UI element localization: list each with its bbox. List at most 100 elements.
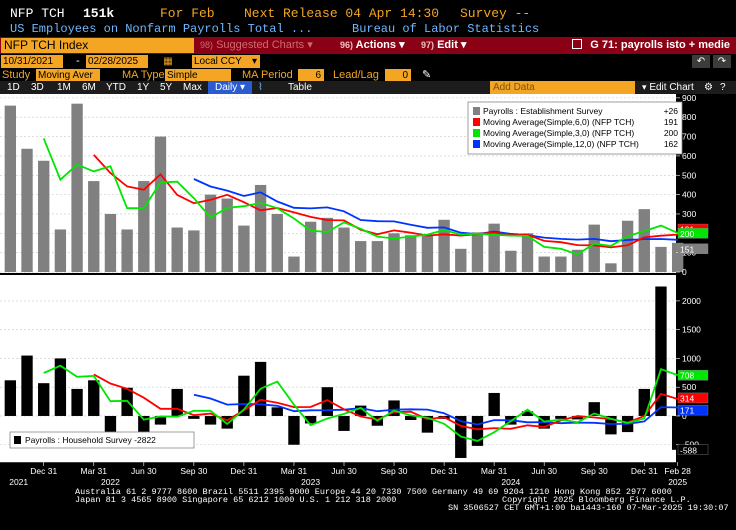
ticker-input[interactable]: NFP TCH Index [1, 38, 194, 53]
x-axis: Dec 31 Mar 31 Jun 30 Sep 30 Dec 31 Mar 31 Jun … [0, 461, 691, 486]
date-range-bar: 10/31/2021 - 02/28/2025 ▦ Local CCY ▾ ↶ … [0, 55, 736, 69]
chevron-down-icon: ▾ [642, 82, 647, 92]
period-ytd[interactable]: YTD [106, 81, 126, 94]
establishment-bar [71, 103, 83, 273]
x-tick-label: Dec 31 [431, 466, 458, 476]
x-tick-label: Mar 31 [281, 466, 308, 476]
suggested-num: 98) [200, 40, 214, 50]
x-tick-label: Mar 31 [81, 466, 108, 476]
payrolls-chart[interactable]: 9008007006005004003002001000191200151 20… [0, 94, 736, 486]
household-bar [271, 407, 283, 416]
suggested-charts-button[interactable]: 98) Suggested Charts ▾ [200, 38, 313, 53]
ticker: NFP TCH [10, 6, 65, 21]
legend-ma12: Moving Average(Simple,12,0) (NFP TCH) [483, 139, 639, 149]
line-chart-icon[interactable]: ⌇ [258, 81, 263, 94]
chart-title-text: G 71: payrolls isto + medie [590, 39, 730, 51]
period-max[interactable]: Max [183, 81, 202, 94]
bottom-value-flag-label: 171 [680, 406, 694, 416]
household-bar [555, 415, 567, 419]
period-6m[interactable]: 6M [82, 81, 96, 94]
end-date-field[interactable]: 02/28/2025 [86, 55, 148, 68]
legend-swatch-ma12 [473, 140, 480, 148]
actions-menu[interactable]: 96) Actions ▾ [340, 38, 405, 53]
legend-swatch-payrolls [473, 107, 480, 115]
household-bar [188, 415, 200, 419]
establishment-bar [4, 105, 17, 273]
footer: Australia 61 2 9777 8600 Brazil 5511 239… [0, 486, 736, 530]
undo-icon[interactable]: ↶ [692, 55, 710, 68]
x-tick-label: Sep 30 [581, 466, 608, 476]
x-tick-label: Jun 30 [131, 466, 157, 476]
establishment-bar [355, 241, 367, 273]
period-1d[interactable]: 1D [7, 81, 20, 94]
bottom-tick-label: 2000 [682, 296, 701, 306]
security-header: NFP TCH 151k For Feb Next Release 04 Apr… [0, 6, 736, 22]
add-data-input[interactable]: Add Data [490, 81, 635, 94]
x-tick-label: Dec 31 [230, 466, 257, 476]
top-legend[interactable]: Payrolls : Establishment Survey +26 Movi… [467, 101, 683, 155]
top-tick-label: 500 [682, 170, 696, 180]
household-bar [88, 380, 100, 416]
establishment-bar [655, 246, 667, 273]
settings-icon[interactable]: ⚙ [704, 81, 713, 94]
chevron-down-icon: ▾ [251, 56, 257, 67]
establishment-bar [171, 227, 183, 273]
redo-icon[interactable]: ↷ [713, 55, 731, 68]
establishment-bar [104, 213, 117, 273]
table-button[interactable]: Table [288, 81, 312, 94]
legend-swatch-ma6 [473, 118, 480, 126]
household-bar [38, 383, 50, 416]
x-year-label: 2022 [101, 477, 120, 486]
establishment-bar [455, 248, 467, 273]
top-value-flag-label: 200 [680, 229, 694, 239]
period-3d[interactable]: 3D [31, 81, 44, 94]
footer-contacts-2: Japan 81 3 4565 8900 Singapore 65 6212 1… [75, 495, 397, 505]
establishment-bar [421, 235, 434, 273]
source: Bureau of Labor Statistics [352, 22, 540, 36]
period-1m[interactable]: 1M [57, 81, 71, 94]
establishment-bar [154, 136, 167, 273]
x-tick-label: Sep 30 [180, 466, 207, 476]
help-icon[interactable]: ? [720, 81, 726, 94]
edit-menu[interactable]: 97) Edit ▾ [421, 38, 466, 53]
legend-swatch-ma3 [473, 129, 480, 137]
chevron-down-icon: ▾ [399, 39, 405, 51]
top-tick-label: 800 [682, 112, 696, 122]
currency-value: Local CCY [194, 56, 242, 67]
top-tick-label: 700 [682, 132, 696, 142]
start-date-field[interactable]: 10/31/2021 [1, 55, 63, 68]
household-bar [204, 415, 217, 425]
top-tick-label: 600 [682, 151, 696, 161]
establishment-bar [321, 217, 333, 273]
establishment-bar [271, 213, 283, 273]
command-bar: NFP TCH Index 98) Suggested Charts ▾ 96)… [0, 37, 736, 54]
establishment-bar [538, 256, 550, 273]
suggested-label: Suggested Charts [216, 39, 305, 51]
period-5y[interactable]: 5Y [160, 81, 172, 94]
legend-ma3: Moving Average(Simple,3,0) (NFP TCH) [483, 128, 634, 138]
top-tick-label: 0 [682, 267, 687, 277]
bottom-legend[interactable]: Payrolls : Household Survey -2822 [9, 431, 195, 449]
frequency-select[interactable]: Daily ▾ [208, 81, 252, 94]
x-tick-label: Mar 31 [481, 466, 508, 476]
calendar-icon[interactable]: ▦ [150, 55, 186, 68]
x-year-label: 2023 [301, 477, 320, 486]
top-value-flag-label: 151 [680, 244, 694, 254]
legend-payrolls-value: +26 [664, 106, 679, 116]
establishment-bar [204, 194, 217, 273]
description: US Employees on Nonfarm Payrolls Total .… [10, 22, 313, 36]
establishment-bar [188, 230, 200, 273]
bottom-tick-label: 1500 [682, 325, 701, 335]
period-1y[interactable]: 1Y [137, 81, 149, 94]
currency-select[interactable]: Local CCY ▾ [192, 55, 260, 68]
establishment-bar [88, 181, 100, 273]
establishment-bar [21, 148, 33, 273]
edit-chart-button[interactable]: ▾ Edit Chart [642, 81, 694, 94]
chart-title[interactable]: G 71: payrolls isto + medie [572, 38, 730, 53]
establishment-bar [505, 250, 517, 273]
household-bar [655, 286, 667, 416]
bottom-value-flag-label: 314 [680, 393, 694, 403]
establishment-bar [138, 181, 150, 273]
establishment-bar [471, 232, 484, 273]
x-tick-label: Jun 30 [531, 466, 557, 476]
